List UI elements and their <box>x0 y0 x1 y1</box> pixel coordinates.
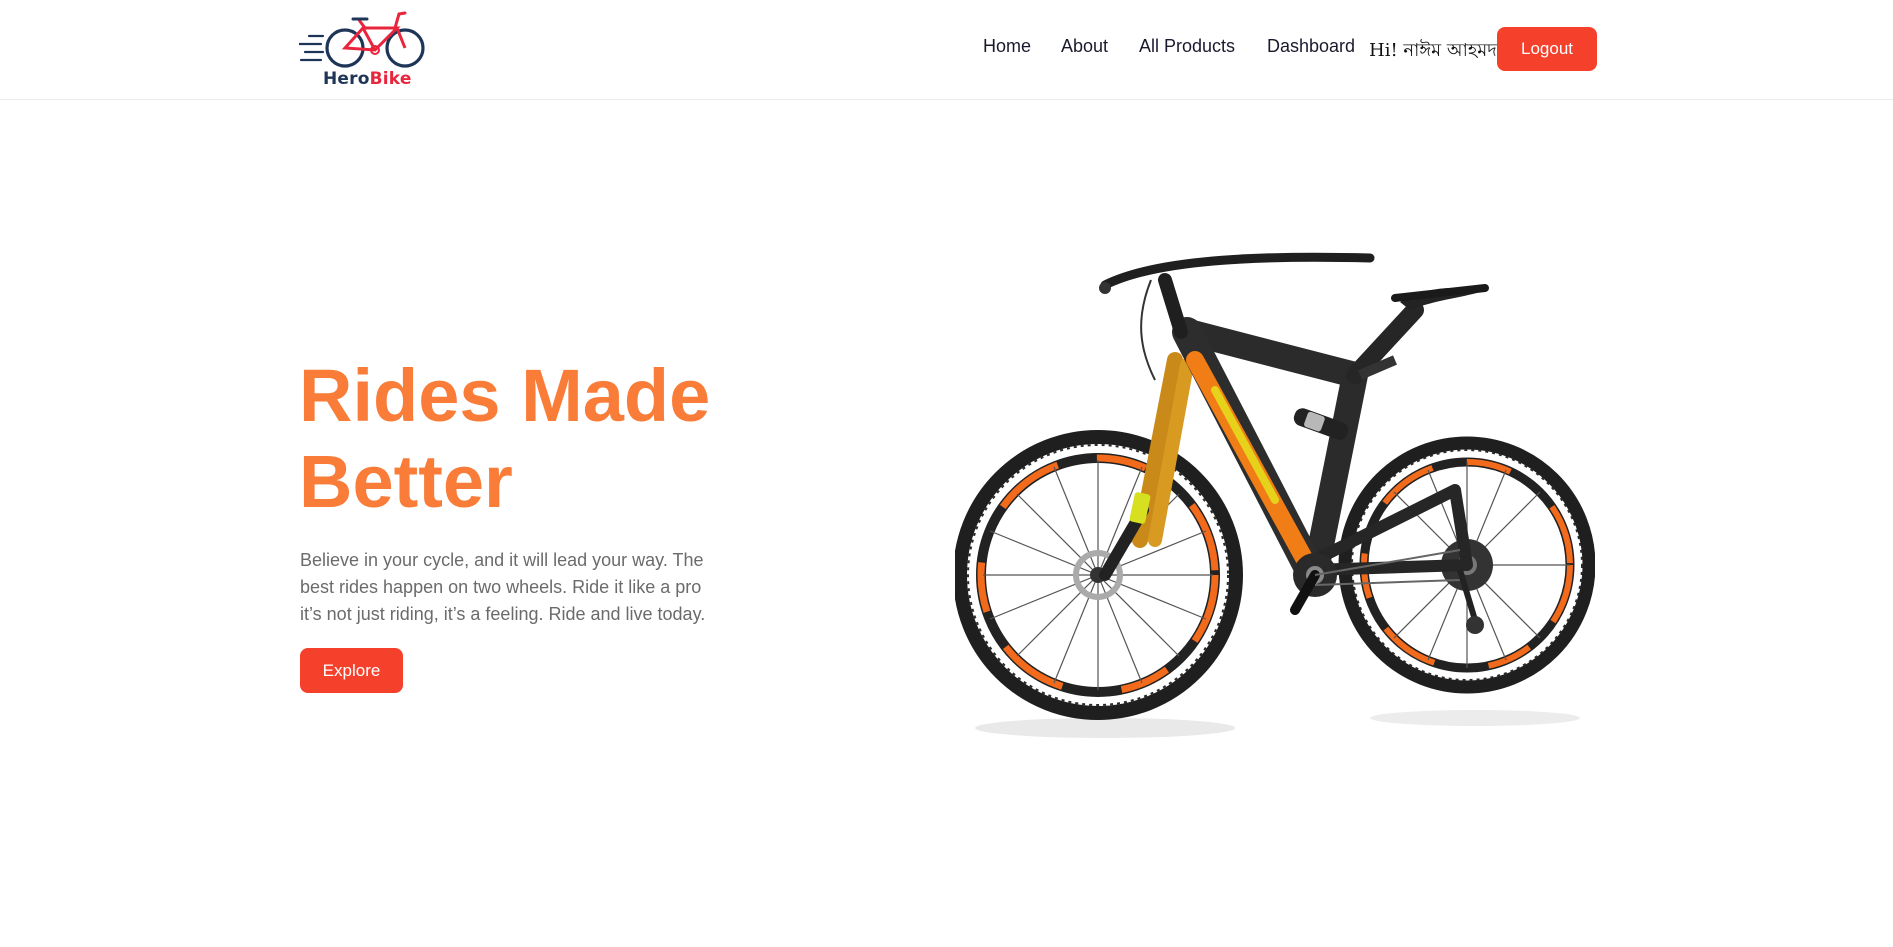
brand-name: HeroBike <box>323 69 412 89</box>
nav-link-all-products[interactable]: All Products <box>1139 36 1235 57</box>
user-greeting: Hi! নাঈম আহমদ <box>1369 40 1497 61</box>
brand-logo[interactable]: HeroBike <box>299 8 427 90</box>
explore-button[interactable]: Explore <box>300 648 403 693</box>
hero-title-line1: Rides Made <box>299 354 711 437</box>
mountain-bike-image <box>953 240 1596 750</box>
nav-link-home[interactable]: Home <box>983 36 1031 57</box>
front-wheel <box>953 430 1243 720</box>
hero-description: Believe in your cycle, and it will lead … <box>300 550 706 624</box>
nav-link-about[interactable]: About <box>1061 36 1108 57</box>
navbar: HeroBike Home About All Products Dashboa… <box>0 0 1893 100</box>
logout-button[interactable]: Logout <box>1497 27 1597 71</box>
hero-title: Rides Made Better <box>299 353 819 525</box>
hero-title-line2: Better <box>299 440 513 523</box>
nav-link-dashboard[interactable]: Dashboard <box>1267 36 1355 57</box>
bicycle-logo-icon <box>299 11 425 68</box>
